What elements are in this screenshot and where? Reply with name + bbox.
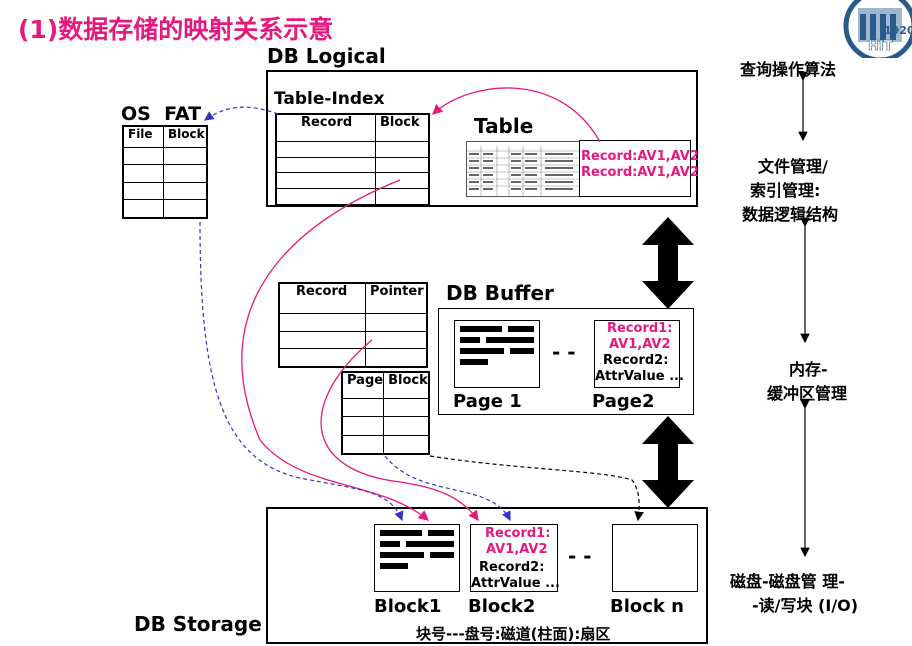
- memory-line1: 内存-: [789, 360, 828, 379]
- buffer-page-col-block: Block: [383, 371, 430, 400]
- blockn-label: Block n: [610, 596, 684, 617]
- double-arrow-logical-buffer: [642, 217, 694, 309]
- university-logo: 1920 HIT: [838, 0, 912, 63]
- table-thumbnail: [466, 141, 580, 197]
- page1-data-bar: [460, 348, 504, 354]
- page2-label: Page2: [592, 391, 655, 412]
- table-label: Table: [474, 114, 534, 138]
- db-buffer-label: DB Buffer: [446, 281, 554, 305]
- buffer-index-col-pointer: Pointer: [365, 282, 428, 315]
- block1-data-bar: [380, 552, 424, 558]
- svg-text:1920: 1920: [884, 24, 912, 37]
- table-index-col-record: Record: [275, 113, 376, 142]
- block2-record2-line2: AttrValue ...: [471, 576, 560, 591]
- db-storage-label: DB Storage: [134, 612, 262, 636]
- file-mgmt-line2: 索引管理:: [750, 181, 821, 200]
- page1-data-bar: [486, 337, 534, 343]
- layer-connector-line: [798, 71, 810, 558]
- block2-record1-line2: AV1,AV2: [486, 542, 548, 557]
- disk-line1: 磁盘-磁盘管 理-: [730, 572, 845, 591]
- block1-data-bar: [380, 563, 408, 569]
- page1-label: Page 1: [453, 391, 522, 412]
- page2-record2-line1: Record2:: [603, 353, 669, 368]
- table-index-label: Table-Index: [274, 89, 385, 109]
- page2-record2-line2: AttrValue ...: [595, 369, 684, 384]
- db-logical-label: DB Logical: [267, 44, 386, 68]
- block2-record1-line1: Record1:: [485, 526, 551, 541]
- storage-ellipsis: - -: [568, 544, 592, 568]
- disk-line2: -读/写块 (I/O): [752, 596, 859, 615]
- table-record-line-2: Record:AV1,AV2: [581, 165, 699, 180]
- query-algorithm-label: 查询操作算法: [740, 60, 837, 79]
- page1-data-bar: [510, 348, 534, 354]
- os-fat-col-block: Block: [163, 125, 208, 148]
- os-fat-grid: File Block: [122, 125, 208, 219]
- table-record-line-1: Record:AV1,AV2: [581, 149, 699, 164]
- os-fat-label: OS FAT: [121, 103, 202, 125]
- block2-record2-line1: Record2:: [479, 560, 545, 575]
- page1-data-bar: [460, 359, 488, 365]
- page1-data-bar: [460, 326, 502, 332]
- buffer-ellipsis: - -: [552, 340, 576, 364]
- page-title: (1)数据存储的映射关系示意: [18, 15, 334, 44]
- file-mgmt-line3: 数据逻辑结构: [742, 205, 839, 224]
- buffer-index-grid: Record Pointer: [278, 282, 428, 368]
- block1-data-bar: [428, 530, 454, 536]
- page1-data-bar: [508, 326, 534, 332]
- double-arrow-buffer-storage: [642, 416, 694, 508]
- blockn-box: [612, 524, 698, 592]
- block1-data-bar: [406, 541, 454, 547]
- page2-record1-line2: AV1,AV2: [609, 337, 671, 352]
- block1-data-bar: [380, 530, 422, 536]
- svg-text:HIT: HIT: [868, 39, 893, 54]
- block2-label: Block2: [468, 596, 536, 617]
- table-index-col-block: Block: [375, 113, 430, 142]
- file-mgmt-line1: 文件管理/: [758, 157, 828, 176]
- table-index-grid: Record Block: [275, 113, 430, 206]
- buffer-page-col-page: Page: [341, 371, 385, 400]
- block-address-label: 块号---盘号:磁道(柱面):扇区: [416, 625, 611, 643]
- memory-line2: 缓冲区管理: [767, 384, 848, 403]
- os-fat-col-file: File: [122, 125, 164, 148]
- block1-label: Block1: [374, 596, 442, 617]
- page2-record1-line1: Record1:: [607, 321, 673, 336]
- block1-data-bar: [430, 552, 454, 558]
- buffer-index-col-record: Record: [278, 282, 366, 315]
- buffer-page-grid: Page Block: [341, 371, 430, 455]
- block1-data-bar: [380, 541, 400, 547]
- page1-data-bar: [460, 337, 480, 343]
